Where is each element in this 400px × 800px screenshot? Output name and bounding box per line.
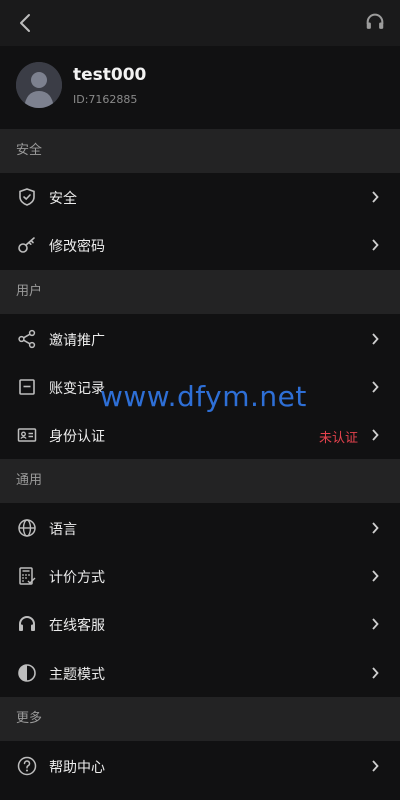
globe-icon (18, 519, 36, 537)
back-icon[interactable] (14, 11, 38, 35)
support-headset-icon[interactable] (364, 11, 386, 33)
menu-item-help-center[interactable]: 帮助中心 (0, 742, 400, 790)
verification-status-badge: 未认证 (318, 431, 358, 446)
chevron-right-icon (372, 570, 379, 582)
avatar-icon (16, 62, 62, 108)
chevron-right-icon (372, 333, 379, 345)
menu-item-label: 计价方式 (49, 570, 105, 586)
top-bar (0, 0, 400, 46)
menu-item-label: 身份认证 (49, 429, 105, 445)
menu-item-label: 语言 (49, 522, 77, 538)
section-header-more: 更多 (0, 697, 400, 741)
chevron-right-icon (372, 191, 379, 203)
section-header-user: 用户 (0, 270, 400, 314)
avatar[interactable] (16, 62, 62, 108)
menu-item-label: 邀请推广 (49, 333, 105, 349)
menu-item-label: 在线客服 (49, 618, 105, 634)
shield-check-icon (19, 188, 35, 206)
menu-item-online-support[interactable]: 在线客服 (0, 600, 400, 648)
record-icon (19, 379, 35, 395)
chevron-right-icon (372, 760, 379, 772)
id-card-icon (17, 428, 37, 442)
headset-icon (19, 616, 35, 631)
menu-item-identity-verification[interactable]: 身份认证 未认证 (0, 411, 400, 459)
section-header-general: 通用 (0, 459, 400, 503)
menu-item-label: 安全 (49, 191, 77, 207)
chevron-right-icon (372, 618, 379, 630)
menu-item-label: 修改密码 (49, 239, 105, 255)
username: test000 (73, 65, 147, 85)
chevron-right-icon (372, 522, 379, 534)
chevron-right-icon (372, 381, 379, 393)
menu-item-change-password[interactable]: 修改密码 (0, 221, 400, 269)
menu-item-label: 帮助中心 (49, 760, 105, 776)
chevron-right-icon (372, 667, 379, 679)
menu-item-language[interactable]: 语言 (0, 504, 400, 552)
chevron-right-icon (372, 239, 379, 251)
menu-item-label: 账变记录 (49, 381, 105, 397)
half-circle-icon (18, 664, 36, 682)
share-icon (18, 329, 36, 349)
watermark-text: www.dfym.net (100, 380, 307, 413)
chevron-right-icon (372, 429, 379, 441)
menu-item-security[interactable]: 安全 (0, 173, 400, 221)
profile-card[interactable]: test000 ID:7162885 (0, 46, 400, 129)
section-header-security: 安全 (0, 129, 400, 173)
menu-item-pricing-method[interactable]: 计价方式 (0, 552, 400, 600)
calculator-icon (19, 567, 36, 585)
menu-item-invite[interactable]: 邀请推广 (0, 315, 400, 363)
menu-item-theme-mode[interactable]: 主题模式 (0, 649, 400, 697)
key-icon (18, 237, 35, 253)
user-id: ID:7162885 (73, 93, 138, 106)
menu-item-label: 主题模式 (49, 667, 105, 683)
question-circle-icon (17, 756, 37, 776)
